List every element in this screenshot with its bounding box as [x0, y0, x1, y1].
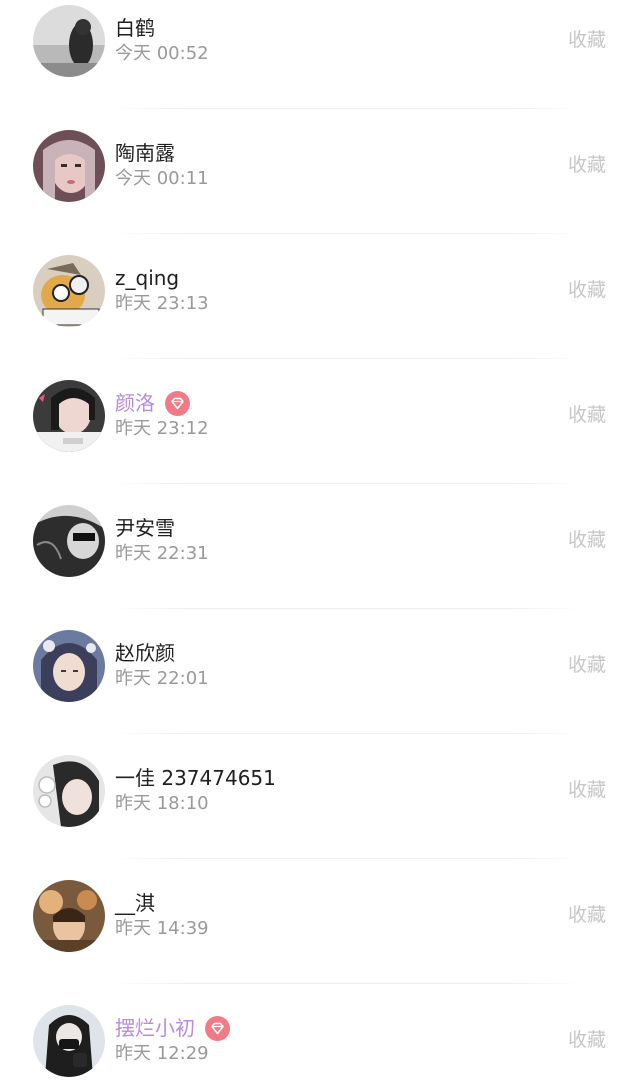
- message-time: 今天 00:52: [115, 43, 209, 64]
- favorite-button[interactable]: 收藏: [568, 150, 606, 180]
- divider: [115, 108, 580, 109]
- avatar[interactable]: [33, 380, 105, 452]
- contact-name: 赵欣颜: [115, 641, 175, 665]
- avatar[interactable]: [33, 255, 105, 327]
- divider: [115, 608, 580, 609]
- message-time: 昨天 18:10: [115, 793, 209, 814]
- name-line: z_qing: [115, 264, 179, 292]
- contact-name: __淇: [115, 891, 155, 915]
- name-line: 一佳 237474651: [115, 764, 276, 792]
- name-line: 摆烂小初: [115, 1014, 230, 1042]
- favorite-button[interactable]: 收藏: [568, 1025, 606, 1055]
- contact-name: 白鹤: [115, 16, 155, 40]
- divider: [115, 483, 580, 484]
- favorite-button[interactable]: 收藏: [568, 900, 606, 930]
- list-item[interactable]: 赵欣颜 昨天 22:01 收藏: [0, 625, 640, 750]
- divider: [115, 983, 580, 984]
- divider: [115, 858, 580, 859]
- divider: [115, 233, 580, 234]
- contact-name: 颜洛: [115, 391, 155, 415]
- contact-list: 白鹤 今天 00:52 收藏 陶南露 今天 00:11 收藏 z_qing 昨天…: [0, 0, 640, 1085]
- name-line: __淇: [115, 889, 155, 917]
- contact-name: 陶南露: [115, 141, 175, 165]
- favorite-button[interactable]: 收藏: [568, 775, 606, 805]
- name-line: 赵欣颜: [115, 639, 175, 667]
- favorite-button[interactable]: 收藏: [568, 25, 606, 55]
- contact-name: 尹安雪: [115, 516, 175, 540]
- message-time: 今天 00:11: [115, 168, 209, 189]
- message-time: 昨天 12:29: [115, 1043, 209, 1064]
- name-line: 颜洛: [115, 389, 190, 417]
- divider: [115, 358, 580, 359]
- favorite-button[interactable]: 收藏: [568, 275, 606, 305]
- favorite-button[interactable]: 收藏: [568, 650, 606, 680]
- list-item[interactable]: 摆烂小初 昨天 12:29 收藏: [0, 1000, 640, 1085]
- list-item[interactable]: 陶南露 今天 00:11 收藏: [0, 125, 640, 250]
- avatar[interactable]: [33, 5, 105, 77]
- name-line: 尹安雪: [115, 514, 175, 542]
- list-item[interactable]: 尹安雪 昨天 22:31 收藏: [0, 500, 640, 625]
- contact-name: z_qing: [115, 266, 180, 290]
- avatar[interactable]: [33, 505, 105, 577]
- vip-diamond-icon: [205, 1015, 230, 1041]
- favorite-button[interactable]: 收藏: [568, 400, 606, 430]
- name-line: 陶南露: [115, 139, 175, 167]
- avatar[interactable]: [33, 755, 105, 827]
- message-time: 昨天 22:01: [115, 668, 209, 689]
- avatar[interactable]: [33, 1005, 105, 1077]
- message-time: 昨天 22:31: [115, 543, 209, 564]
- list-item[interactable]: 颜洛 昨天 23:12 收藏: [0, 375, 640, 500]
- message-time: 昨天 14:39: [115, 918, 209, 939]
- avatar[interactable]: [33, 630, 105, 702]
- list-item[interactable]: 白鹤 今天 00:52 收藏: [0, 0, 640, 125]
- favorite-button[interactable]: 收藏: [568, 525, 606, 555]
- vip-diamond-icon: [165, 390, 190, 416]
- list-item[interactable]: __淇 昨天 14:39 收藏: [0, 875, 640, 1000]
- avatar[interactable]: [33, 130, 105, 202]
- contact-name: 摆烂小初: [115, 1016, 195, 1040]
- avatar[interactable]: [33, 880, 105, 952]
- list-item[interactable]: 一佳 237474651 昨天 18:10 收藏: [0, 750, 640, 875]
- contact-name: 一佳 237474651: [115, 766, 276, 790]
- message-time: 昨天 23:13: [115, 293, 209, 314]
- list-item[interactable]: z_qing 昨天 23:13 收藏: [0, 250, 640, 375]
- name-line: 白鹤: [115, 14, 155, 42]
- message-time: 昨天 23:12: [115, 418, 209, 439]
- divider: [115, 733, 580, 734]
